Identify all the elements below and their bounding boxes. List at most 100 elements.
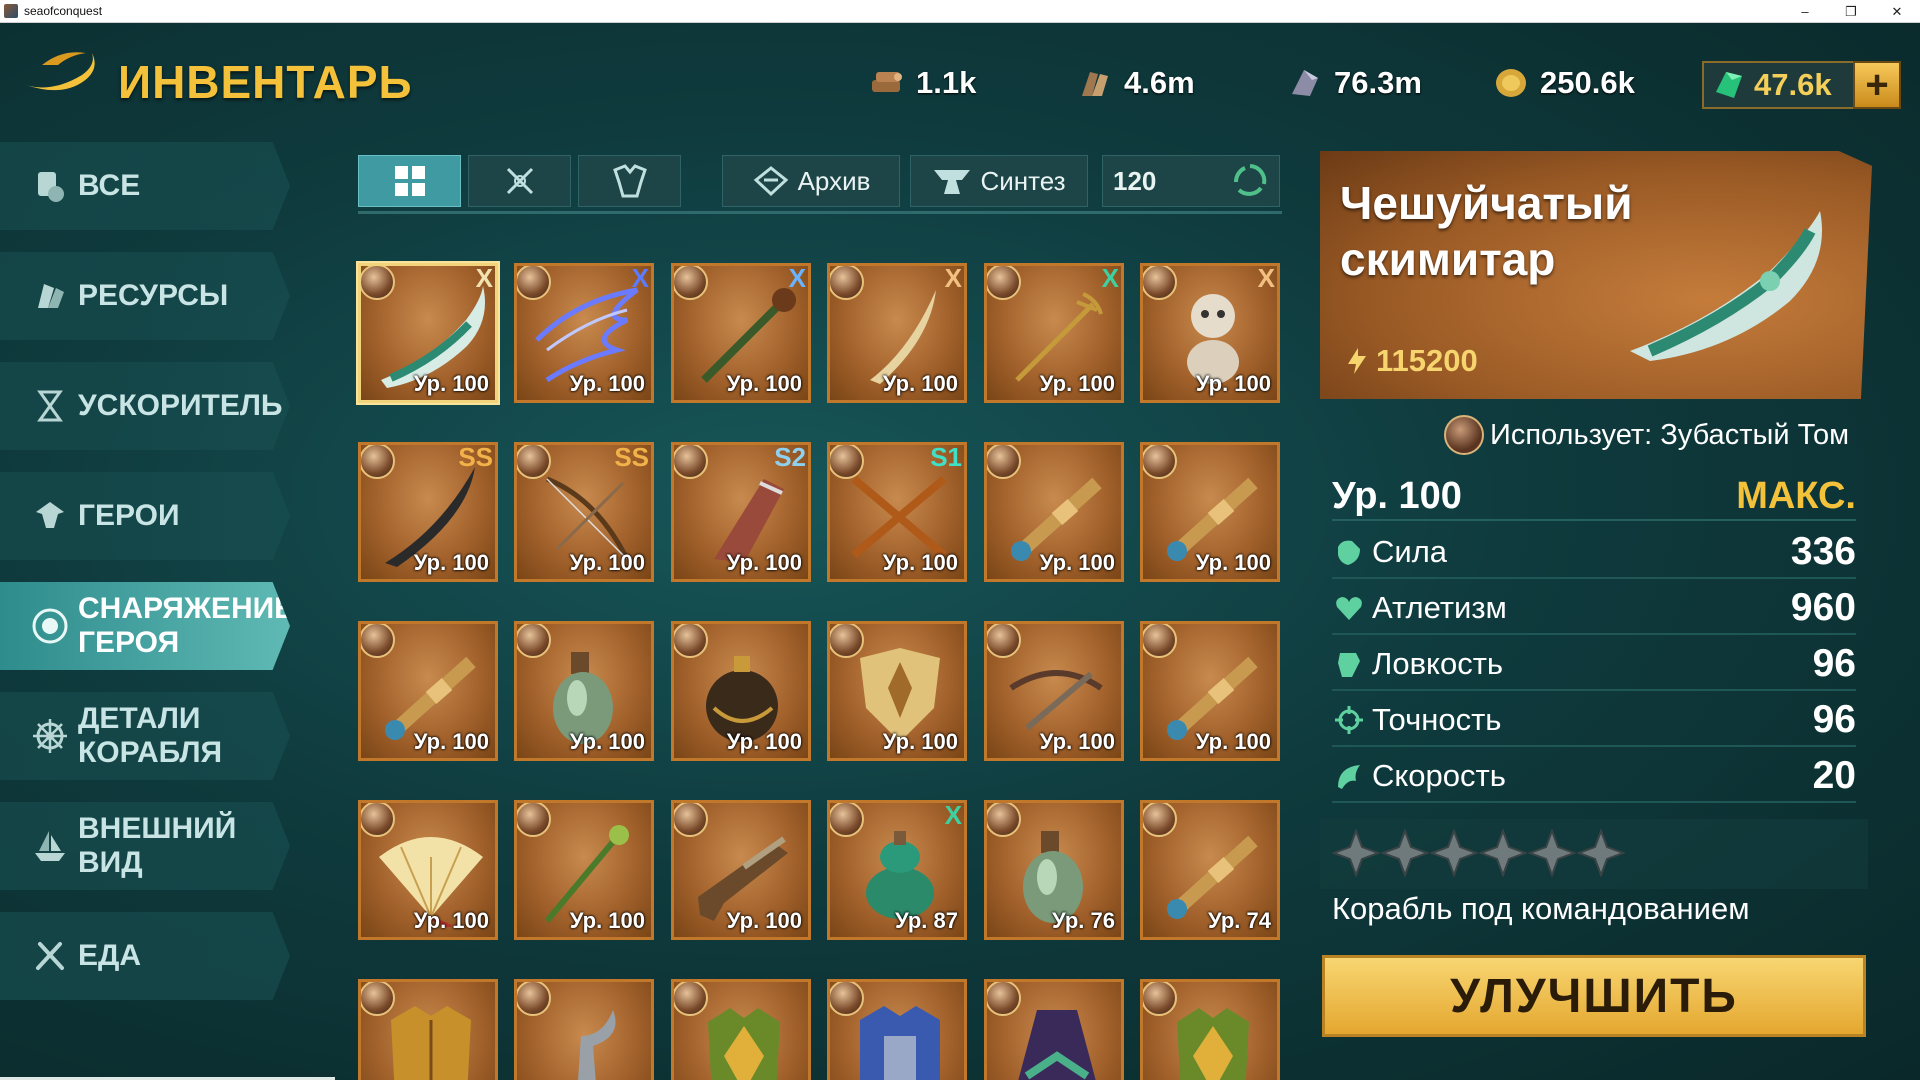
item-mark-badge: X — [1101, 263, 1119, 293]
star-icon — [1332, 829, 1380, 877]
app-icon — [4, 4, 18, 18]
sidebar-item-appearance[interactable]: ВНЕШНИЙ ВИД — [0, 802, 290, 890]
stat-value: 960 — [1790, 586, 1856, 629]
inventory-slot-30[interactable] — [1140, 979, 1280, 1080]
inventory-slot-26[interactable] — [514, 979, 654, 1080]
game-canvas: ИНВЕНТАРЬ 1.1k 4.6m 76.3m 250.6k 47.6k +… — [0, 23, 1920, 1080]
hero-avatar — [830, 266, 864, 300]
archive-button[interactable]: Архив — [722, 155, 900, 207]
inventory-slot-27[interactable] — [671, 979, 811, 1080]
inventory-slot-17[interactable]: Ур. 100 — [984, 621, 1124, 761]
inventory-slot-6[interactable]: X Ур. 100 — [1140, 263, 1280, 403]
speed-icon — [1332, 759, 1366, 793]
upgrade-button[interactable]: УЛУЧШИТЬ — [1322, 955, 1866, 1037]
star-icon — [1430, 829, 1478, 877]
item-level: Ур. 100 — [569, 550, 645, 575]
used-by[interactable]: Использует: Зубастый Том — [1444, 415, 1849, 455]
hero-avatar — [987, 982, 1021, 1016]
restore-button[interactable]: ❐ — [1828, 0, 1874, 23]
sidebar-item-label: УСКОРИТЕЛЬ — [78, 389, 283, 422]
inventory-slot-15[interactable]: Ур. 100 — [671, 621, 811, 761]
hero-avatar — [987, 266, 1021, 300]
inventory-slot-4[interactable]: X Ур. 100 — [827, 263, 967, 403]
sidebar-item-label: ВСЕ — [78, 169, 141, 202]
stat-row: Ловкость 96 — [1332, 639, 1856, 691]
item-level: Ур. 100 — [1039, 371, 1115, 396]
inventory-slot-10[interactable]: S1 Ур. 100 — [827, 442, 967, 582]
resource-value: 4.6m — [1124, 65, 1195, 100]
inventory-slot-21[interactable]: Ур. 100 — [671, 800, 811, 940]
inventory-slot-5[interactable]: X Ур. 100 — [984, 263, 1124, 403]
inventory-slot-24[interactable]: Ур. 74 — [1140, 800, 1280, 940]
sidebar-item-ship-parts[interactable]: ДЕТАЛИ КОРАБЛЯ — [0, 692, 290, 780]
inventory-slot-28[interactable] — [827, 979, 967, 1080]
inventory-slot-20[interactable]: Ур. 100 — [514, 800, 654, 940]
inventory-slot-2[interactable]: X Ур. 100 — [514, 263, 654, 403]
inventory-slot-16[interactable]: Ур. 100 — [827, 621, 967, 761]
inventory-slot-7[interactable]: SS Ур. 100 — [358, 442, 498, 582]
filter-armor-tab[interactable] — [578, 155, 681, 207]
synthesis-button[interactable]: Синтез — [910, 155, 1088, 207]
inventory-slot-14[interactable]: Ур. 100 — [514, 621, 654, 761]
inventory-slot-29[interactable] — [984, 979, 1124, 1080]
stat-value: 96 — [1812, 698, 1856, 741]
hero-avatar — [517, 803, 551, 837]
item-level: Ур. 100 — [1039, 550, 1115, 575]
inventory-slot-19[interactable]: Ур. 100 — [358, 800, 498, 940]
filter-weapons-tab[interactable] — [468, 155, 571, 207]
hero-avatar — [987, 445, 1021, 479]
sidebar-item-food[interactable]: ЕДА — [0, 912, 290, 1000]
heroes-icon — [30, 496, 70, 536]
inventory-slot-22[interactable]: X Ур. 87 — [827, 800, 967, 940]
ship-wheel-icon — [30, 716, 70, 756]
hero-avatar — [361, 803, 395, 837]
item-mark-badge: SS — [614, 442, 649, 472]
hero-avatar — [674, 803, 708, 837]
crossed-swords-icon — [506, 167, 533, 195]
sidebar-item-hero-gear[interactable]: СНАРЯЖЕНИЕ ГЕРОЯ — [0, 582, 290, 670]
close-button[interactable]: ✕ — [1874, 0, 1920, 23]
inventory-slot-1[interactable]: X Ур. 100 — [358, 263, 498, 403]
recycle-count[interactable]: 120 — [1102, 155, 1280, 207]
sidebar-item-heroes[interactable]: ГЕРОИ — [0, 472, 290, 560]
resources-icon — [30, 276, 70, 316]
archive-icon — [753, 166, 788, 197]
strength-icon — [1332, 535, 1366, 569]
grid-view-tab[interactable] — [358, 155, 461, 207]
inventory-slot-23[interactable]: Ур. 76 — [984, 800, 1124, 940]
inventory-slot-8[interactable]: SS Ур. 100 — [514, 442, 654, 582]
sidebar-item-label: ДЕТАЛИ КОРАБЛЯ — [78, 702, 223, 769]
sidebar-item-resources[interactable]: РЕСУРСЫ — [0, 252, 290, 340]
sidebar-item-all[interactable]: ВСЕ — [0, 142, 290, 230]
hero-avatar — [361, 266, 395, 300]
item-level: Ур. 100 — [1039, 729, 1115, 754]
item-mark-badge: X — [944, 263, 962, 293]
hero-avatar — [830, 803, 864, 837]
power-icon — [1348, 348, 1366, 374]
stat-row: Точность 96 — [1332, 695, 1856, 747]
sidebar-item-speedup[interactable]: УСКОРИТЕЛЬ — [0, 362, 290, 450]
hero-avatar — [1143, 266, 1177, 300]
inventory-slot-25[interactable] — [358, 979, 498, 1080]
upgrade-label: УЛУЧШИТЬ — [1450, 969, 1738, 1023]
item-level: Ур. 100 — [413, 908, 489, 933]
add-gems-button[interactable]: + — [1853, 61, 1901, 109]
inventory-slot-3[interactable]: X Ур. 100 — [671, 263, 811, 403]
all-icon — [30, 166, 70, 206]
item-level: Ур. 100 — [1195, 371, 1271, 396]
inventory-slot-18[interactable]: Ур. 100 — [1140, 621, 1280, 761]
heart-icon — [1332, 591, 1366, 625]
minimize-button[interactable]: – — [1782, 0, 1828, 23]
item-mark-badge: X — [631, 263, 649, 293]
inventory-slot-13[interactable]: Ур. 100 — [358, 621, 498, 761]
used-by-text: Использует: Зубастый Том — [1490, 418, 1850, 451]
inventory-slot-12[interactable]: Ур. 100 — [1140, 442, 1280, 582]
ship-icon — [30, 826, 70, 866]
hero-avatar — [830, 624, 864, 658]
star-icon — [1381, 829, 1429, 877]
item-count: 120 — [1113, 165, 1157, 196]
back-logo-icon[interactable] — [22, 45, 104, 95]
inventory-slot-9[interactable]: S2 Ур. 100 — [671, 442, 811, 582]
inventory-slot-11[interactable]: Ур. 100 — [984, 442, 1124, 582]
coin-icon — [1496, 69, 1526, 97]
